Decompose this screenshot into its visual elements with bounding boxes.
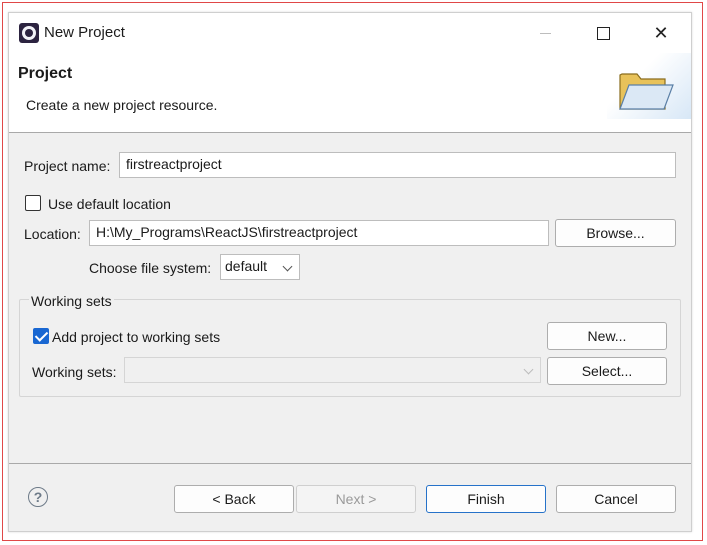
eclipse-app-icon	[19, 23, 39, 43]
banner-graphic	[607, 53, 691, 119]
footer-divider	[9, 463, 691, 464]
window-title: New Project	[44, 24, 125, 41]
new-project-dialog: New Project ✕ Project Create a new proje…	[8, 12, 692, 532]
open-folder-icon	[619, 73, 674, 110]
minimize-button[interactable]	[516, 13, 574, 53]
back-button[interactable]: < Back	[174, 485, 294, 513]
next-button[interactable]: Next >	[296, 485, 416, 513]
use-default-location-label: Use default location	[48, 196, 171, 212]
working-sets-combo[interactable]	[124, 357, 541, 383]
chevron-down-icon	[523, 364, 534, 375]
new-working-set-button[interactable]: New...	[547, 322, 667, 350]
title-bar: New Project ✕	[9, 13, 691, 53]
close-button[interactable]: ✕	[632, 13, 690, 53]
help-icon[interactable]: ?	[28, 487, 48, 507]
chevron-down-icon	[282, 261, 293, 272]
cancel-button[interactable]: Cancel	[556, 485, 676, 513]
file-system-value: default	[225, 258, 268, 274]
add-to-working-sets-label: Add project to working sets	[52, 329, 221, 345]
maximize-button[interactable]	[574, 13, 632, 53]
add-to-working-sets-checkbox[interactable]	[33, 328, 49, 344]
file-system-label: Choose file system:	[89, 260, 212, 276]
select-working-set-button[interactable]: Select...	[547, 357, 667, 385]
project-name-input[interactable]: firstreactproject	[119, 152, 676, 178]
use-default-location-checkbox[interactable]	[25, 195, 41, 211]
file-system-select[interactable]: default	[220, 254, 300, 280]
wizard-banner: Project Create a new project resource.	[9, 53, 691, 133]
close-icon: ✕	[653, 22, 669, 43]
page-description: Create a new project resource.	[26, 97, 218, 113]
location-input[interactable]: H:\My_Programs\ReactJS\firstreactproject	[89, 220, 549, 246]
finish-button[interactable]: Finish	[426, 485, 546, 513]
browse-button[interactable]: Browse...	[555, 219, 676, 247]
project-name-label: Project name:	[24, 158, 111, 174]
page-title: Project	[18, 65, 73, 82]
working-sets-label: Working sets:	[32, 364, 117, 380]
location-label: Location:	[24, 226, 81, 242]
working-sets-group-label: Working sets	[29, 293, 114, 309]
